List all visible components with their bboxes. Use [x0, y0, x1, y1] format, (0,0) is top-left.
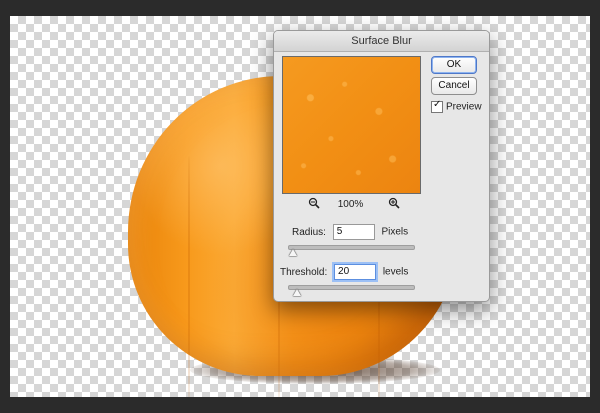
zoom-controls: 100%: [282, 197, 419, 213]
radius-label: Radius:: [292, 226, 326, 238]
preview-checkbox[interactable]: [431, 99, 443, 113]
cancel-button[interactable]: Cancel: [431, 77, 477, 95]
radius-slider-thumb[interactable]: [288, 249, 297, 256]
preview-toggle[interactable]: Preview: [431, 99, 482, 113]
surface-blur-dialog: Surface Blur 100% OK Cancel Preview Radi…: [273, 30, 490, 302]
radius-row: Radius: 5 Pixels: [292, 224, 408, 240]
preview-label: Preview: [446, 101, 482, 113]
radius-unit: Pixels: [381, 226, 409, 238]
threshold-slider-thumb[interactable]: [292, 289, 301, 296]
threshold-label: Threshold:: [280, 266, 328, 278]
threshold-input[interactable]: 20: [334, 264, 377, 280]
threshold-slider[interactable]: [288, 285, 415, 296]
ok-button[interactable]: OK: [431, 56, 477, 74]
zoom-in-icon[interactable]: [388, 197, 400, 212]
radius-slider[interactable]: [288, 245, 415, 256]
radius-input[interactable]: 5: [332, 224, 375, 240]
pumpkin-rib: [188, 156, 190, 397]
threshold-unit: levels: [382, 266, 409, 278]
dialog-title[interactable]: Surface Blur: [274, 31, 489, 52]
threshold-row: Threshold: 20 levels: [280, 264, 408, 280]
filter-preview[interactable]: [282, 56, 421, 194]
